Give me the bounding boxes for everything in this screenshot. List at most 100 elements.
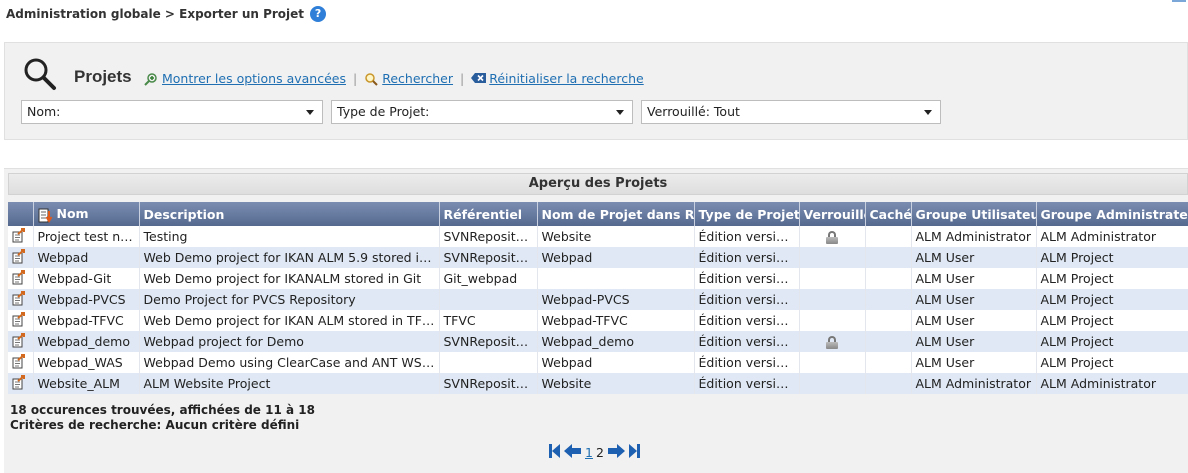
column-header-name[interactable]: Nom — [33, 202, 140, 226]
locked-cell — [799, 289, 866, 310]
vcr-name-cell: Website — [537, 226, 695, 247]
hidden-cell — [865, 373, 912, 394]
hidden-cell — [865, 226, 912, 247]
column-header-vcr-name[interactable]: Nom de Projet dans RCV — [537, 202, 695, 226]
reset-search-label: Réinitialiser la recherche — [489, 71, 644, 86]
breadcrumb-text: Administration globale > Exporter un Pro… — [6, 7, 305, 21]
last-page-icon[interactable] — [628, 443, 640, 462]
locked-cell — [799, 373, 866, 394]
locked-cell — [799, 247, 866, 268]
export-action-cell — [8, 373, 34, 394]
table-row[interactable]: Webpad-TFVC Web Demo project for IKAN ALM… — [8, 310, 1188, 331]
export-project-icon[interactable] — [12, 227, 26, 242]
vcr-name-cell — [537, 268, 695, 289]
user-group-cell: ALM User — [911, 352, 1037, 373]
export-project-icon[interactable] — [12, 269, 26, 284]
chevron-down-icon — [616, 110, 624, 115]
locked-cell — [799, 226, 866, 247]
project-type-cell: Édition versions — [694, 331, 800, 352]
previous-page-icon[interactable] — [564, 443, 582, 462]
lock-icon — [825, 336, 838, 349]
description-cell: Web Demo project for IKANALM stored in G… — [139, 268, 440, 289]
user-group-cell: ALM User — [911, 289, 1037, 310]
repository-cell: SVNRepository — [439, 373, 538, 394]
table-row[interactable]: Website_ALM ALM Website Project SVNReposit… — [8, 373, 1188, 394]
table-row[interactable]: Webpad_WAS Webpad Demo using ClearCase an… — [8, 352, 1188, 373]
table-row[interactable]: Webpad-Git Web Demo project for IKANALM s… — [8, 268, 1188, 289]
locked-cell — [799, 352, 866, 373]
page-1-link[interactable]: 1 — [585, 445, 593, 460]
export-project-icon[interactable] — [12, 248, 26, 263]
locked-filter-select[interactable]: Verrouillé: Tout — [641, 100, 941, 124]
export-project-icon[interactable] — [12, 353, 26, 368]
project-type-cell: Édition versions — [694, 268, 800, 289]
admin-group-cell: ALM Project — [1036, 331, 1188, 352]
next-page-icon[interactable] — [607, 443, 625, 462]
table-row[interactable]: Webpad-PVCS Demo Project for PVCS Reposit… — [8, 289, 1188, 310]
export-project-icon[interactable] — [12, 332, 26, 347]
hidden-cell — [865, 352, 912, 373]
search-magnifier-icon — [23, 57, 57, 94]
user-group-cell: ALM User — [911, 268, 1037, 289]
table-row[interactable]: Project test new Testing SVNRepository Webs… — [8, 226, 1188, 247]
admin-group-cell: ALM Project — [1036, 352, 1188, 373]
name-filter-select[interactable]: Nom: — [21, 100, 323, 124]
help-icon[interactable]: ? — [310, 6, 327, 22]
search-links: Montrer les options avancées | Recherche… — [144, 71, 644, 86]
export-project-icon[interactable] — [12, 290, 26, 305]
vcr-name-cell: Webpad-TFVC — [537, 310, 695, 331]
hidden-cell — [865, 331, 912, 352]
column-header-user-group[interactable]: Groupe Utilisateurs — [911, 202, 1037, 226]
user-group-cell: ALM User — [911, 331, 1037, 352]
locked-cell — [799, 310, 866, 331]
export-action-cell — [8, 268, 34, 289]
export-project-icon[interactable] — [12, 311, 26, 326]
search-panel: Projets Montrer les options avancées | R… — [4, 42, 1188, 140]
column-header-project-type[interactable]: Type de Projet — [694, 202, 800, 226]
export-action-cell — [8, 352, 34, 373]
column-header-admin-group[interactable]: Groupe Administrateurs — [1036, 202, 1188, 226]
link-separator: | — [460, 71, 465, 86]
project-type-cell: Édition versions — [694, 373, 800, 394]
advanced-options-link[interactable]: Montrer les options avancées — [144, 71, 346, 86]
results-summary: 18 occurences trouvées, affichées de 11 … — [10, 403, 315, 433]
project-type-cell: Édition versions — [694, 226, 800, 247]
results-count: 18 occurences trouvées, affichées de 11 … — [10, 403, 315, 417]
export-action-cell — [8, 310, 34, 331]
column-header-description[interactable]: Description — [139, 202, 440, 226]
column-header-locked[interactable]: Verrouillé — [799, 202, 866, 226]
repository-cell — [439, 352, 538, 373]
vcr-name-cell: Webpad_demo — [537, 331, 695, 352]
description-cell: Web Demo project for IKAN ALM stored in … — [139, 310, 440, 331]
column-header-repository[interactable]: Référentiel — [439, 202, 538, 226]
description-cell: Demo Project for PVCS Repository — [139, 289, 440, 310]
project-name-cell: Webpad — [33, 247, 140, 268]
link-separator: | — [353, 71, 358, 86]
reset-search-link[interactable]: Réinitialiser la recherche — [471, 71, 644, 86]
hidden-cell — [865, 289, 912, 310]
column-header-hidden[interactable]: Caché — [865, 202, 912, 226]
search-link[interactable]: Rechercher — [364, 71, 453, 86]
first-page-icon[interactable] — [549, 443, 561, 462]
projects-table: Nom Description Référentiel Nom de Proje… — [8, 202, 1188, 394]
vcr-name-cell: Webpad — [537, 247, 695, 268]
project-name-cell: Project test new — [33, 226, 140, 247]
hidden-cell — [865, 268, 912, 289]
table-row[interactable]: Webpad_demo Webpad project for Demo SVNRep… — [8, 331, 1188, 352]
description-cell: Webpad Demo using ClearCase and ANT WSAD — [139, 352, 440, 373]
admin-group-cell: ALM Project — [1036, 289, 1188, 310]
name-filter-value: Nom: — [27, 104, 61, 119]
repository-cell: SVNRepository — [439, 331, 538, 352]
project-name-cell: Webpad-TFVC — [33, 310, 140, 331]
project-type-cell: Édition versions — [694, 352, 800, 373]
clear-icon — [471, 72, 487, 86]
description-cell: Testing — [139, 226, 440, 247]
project-type-filter-select[interactable]: Type de Projet: — [331, 100, 633, 124]
project-name-cell: Website_ALM — [33, 373, 140, 394]
table-row[interactable]: Webpad Web Demo project for IKAN ALM 5.9 … — [8, 247, 1188, 268]
export-action-cell — [8, 289, 34, 310]
top-edge-decoration — [1172, 0, 1186, 2]
vcr-name-cell: Webpad — [537, 352, 695, 373]
locked-cell — [799, 268, 866, 289]
export-project-icon[interactable] — [12, 374, 26, 389]
